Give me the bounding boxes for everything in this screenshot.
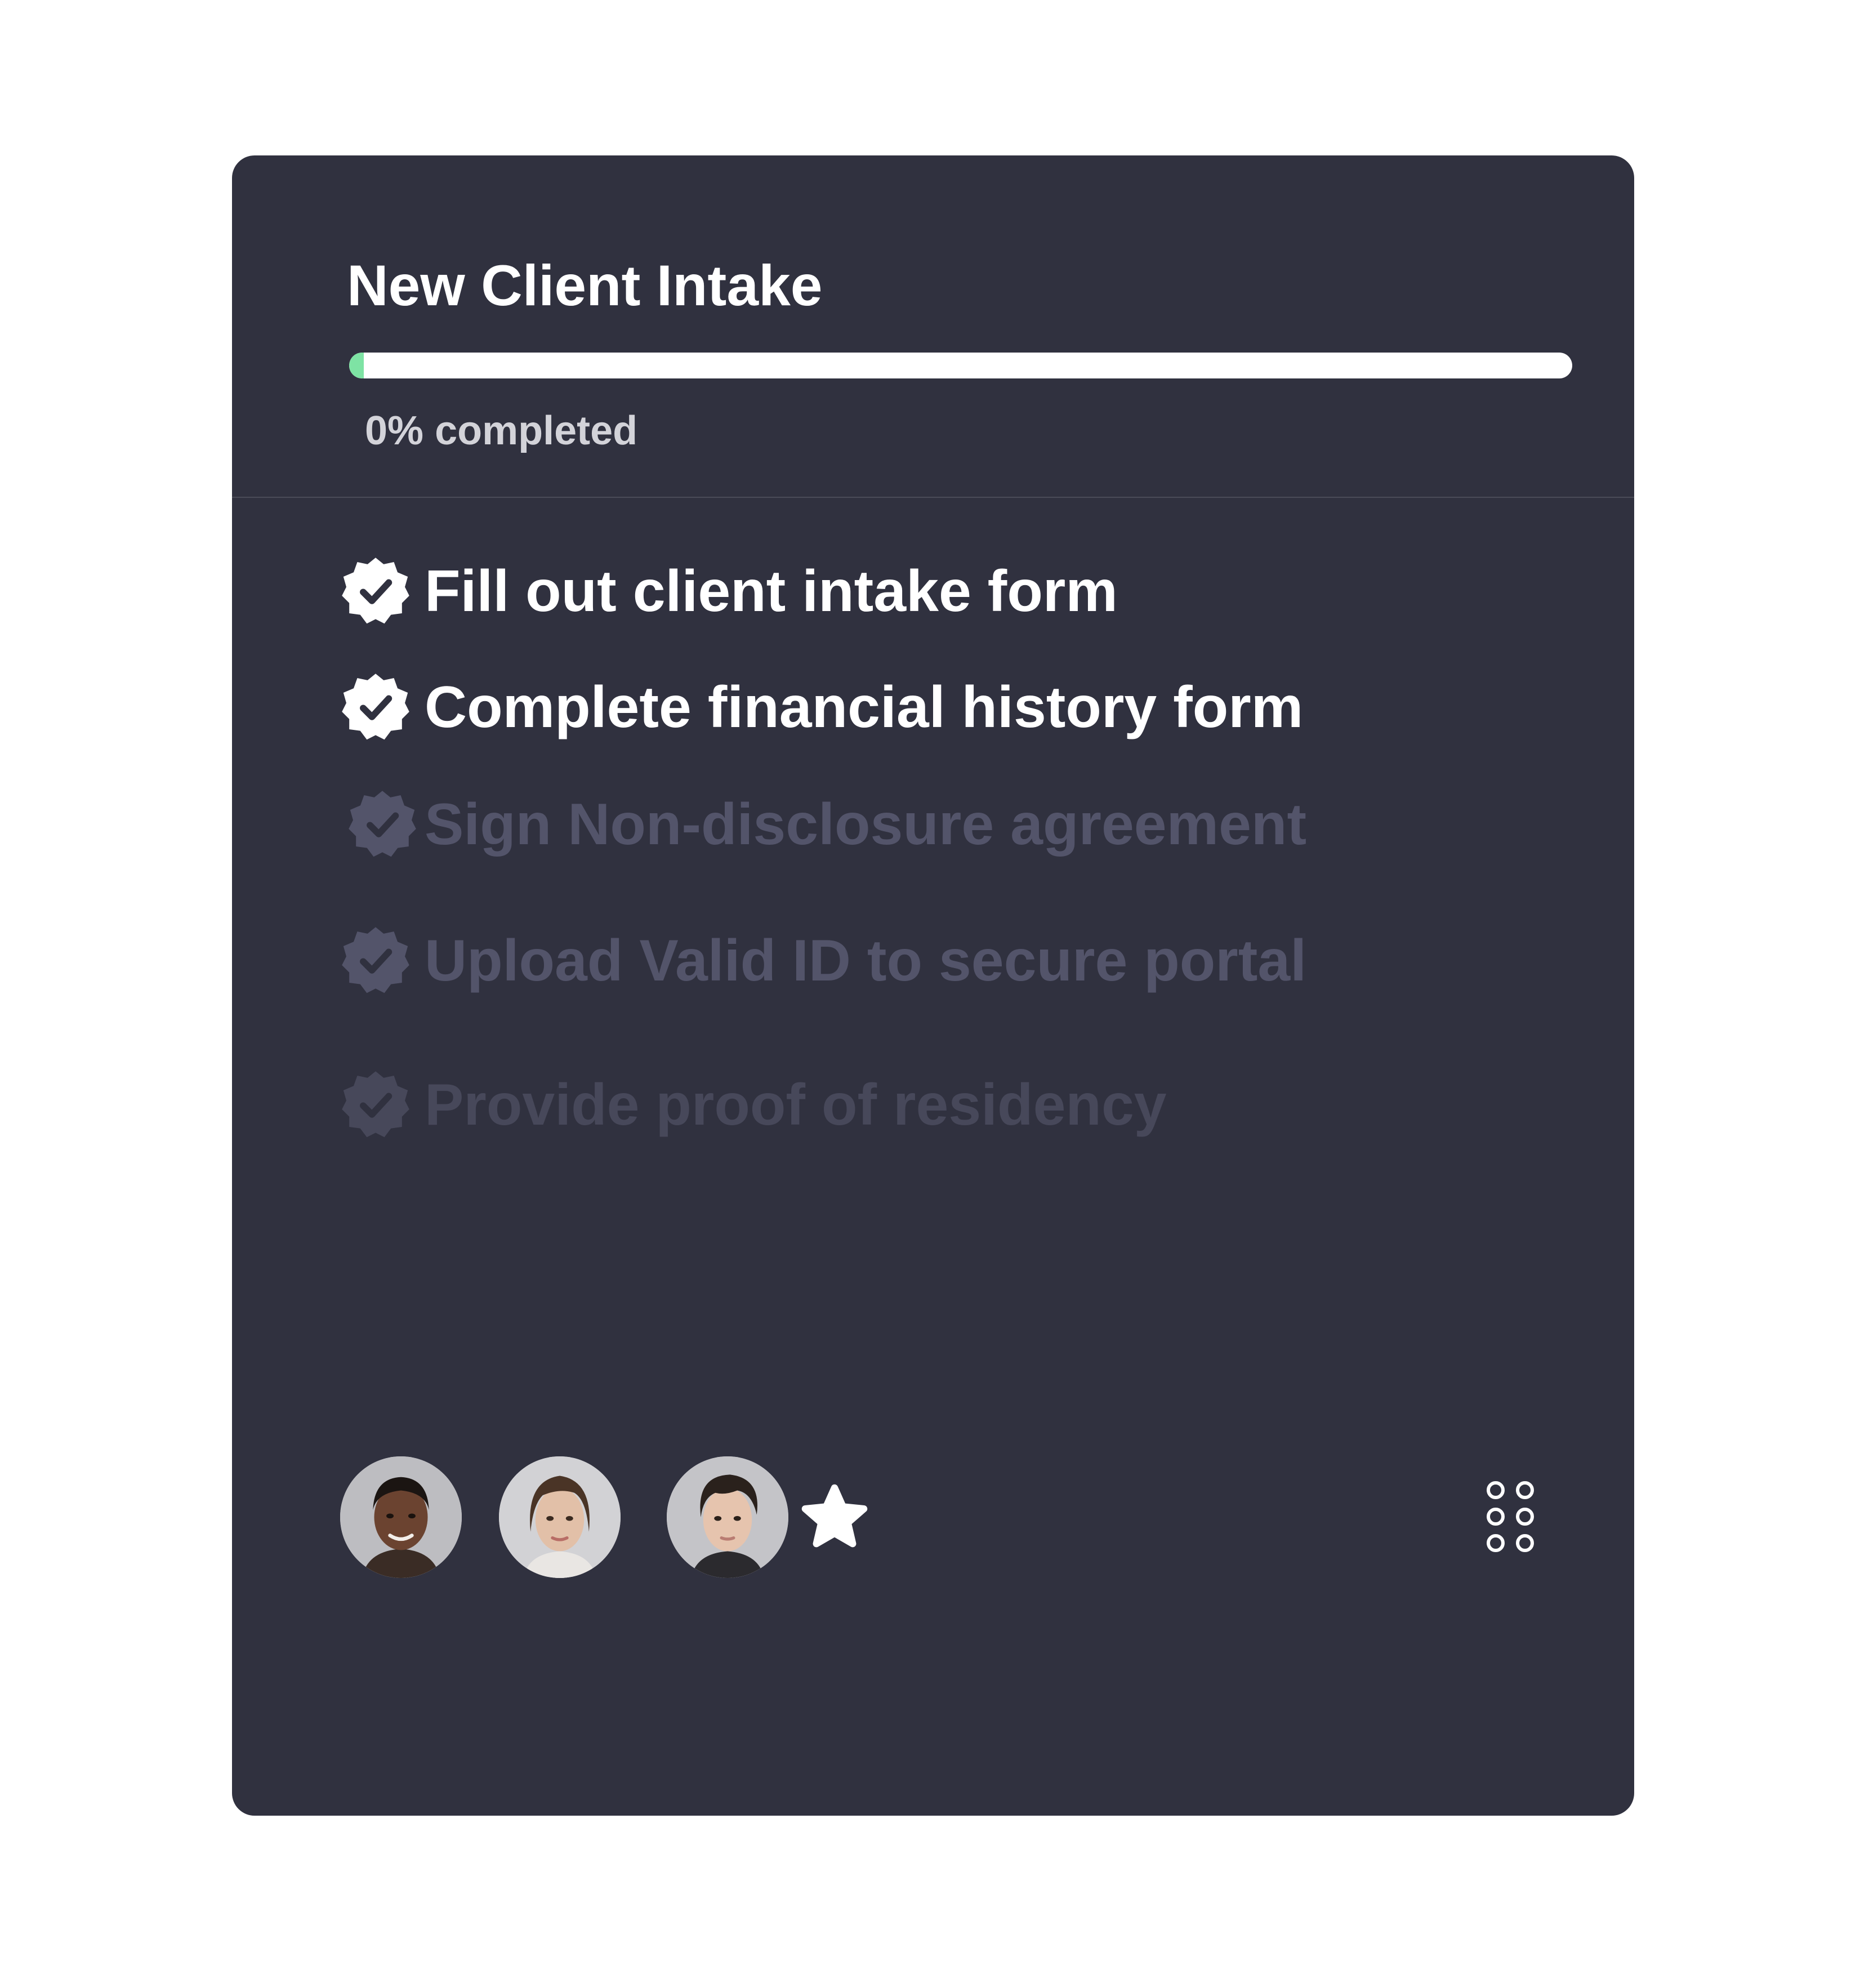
- task-label: Fill out client intake form: [425, 559, 1118, 624]
- task-item[interactable]: Upload Valid ID to secure portal: [339, 921, 1306, 1000]
- task-label: Complete financial history form: [425, 675, 1304, 740]
- check-badge-icon[interactable]: [339, 1068, 412, 1142]
- avatar[interactable]: [499, 1456, 621, 1578]
- progress-label: 0% completed: [365, 408, 638, 453]
- star-icon[interactable]: [800, 1482, 869, 1552]
- check-badge-icon[interactable]: [339, 924, 412, 997]
- check-badge-icon[interactable]: [339, 555, 412, 628]
- task-label: Sign Non-disclosure agreement: [425, 792, 1307, 857]
- check-badge-icon[interactable]: [339, 671, 412, 744]
- task-item[interactable]: Fill out client intake form: [339, 552, 1118, 631]
- task-item[interactable]: Complete financial history form: [339, 668, 1303, 747]
- avatar[interactable]: [667, 1456, 788, 1578]
- avatar[interactable]: [340, 1456, 462, 1578]
- checklist-card: New Client Intake 0% completed Fill out …: [232, 155, 1634, 1816]
- check-badge-icon[interactable]: [346, 788, 419, 861]
- card-header: New Client Intake 0% completed: [232, 155, 1634, 498]
- task-item[interactable]: Provide proof of residency: [339, 1066, 1167, 1144]
- progress-fill: [349, 353, 364, 378]
- task-item[interactable]: Sign Non-disclosure agreement: [339, 785, 1306, 864]
- grid-icon[interactable]: [1482, 1479, 1538, 1554]
- task-label: Provide proof of residency: [425, 1072, 1167, 1138]
- progress-bar: [349, 353, 1572, 378]
- card-title: New Client Intake: [347, 253, 823, 318]
- task-label: Upload Valid ID to secure portal: [425, 928, 1307, 993]
